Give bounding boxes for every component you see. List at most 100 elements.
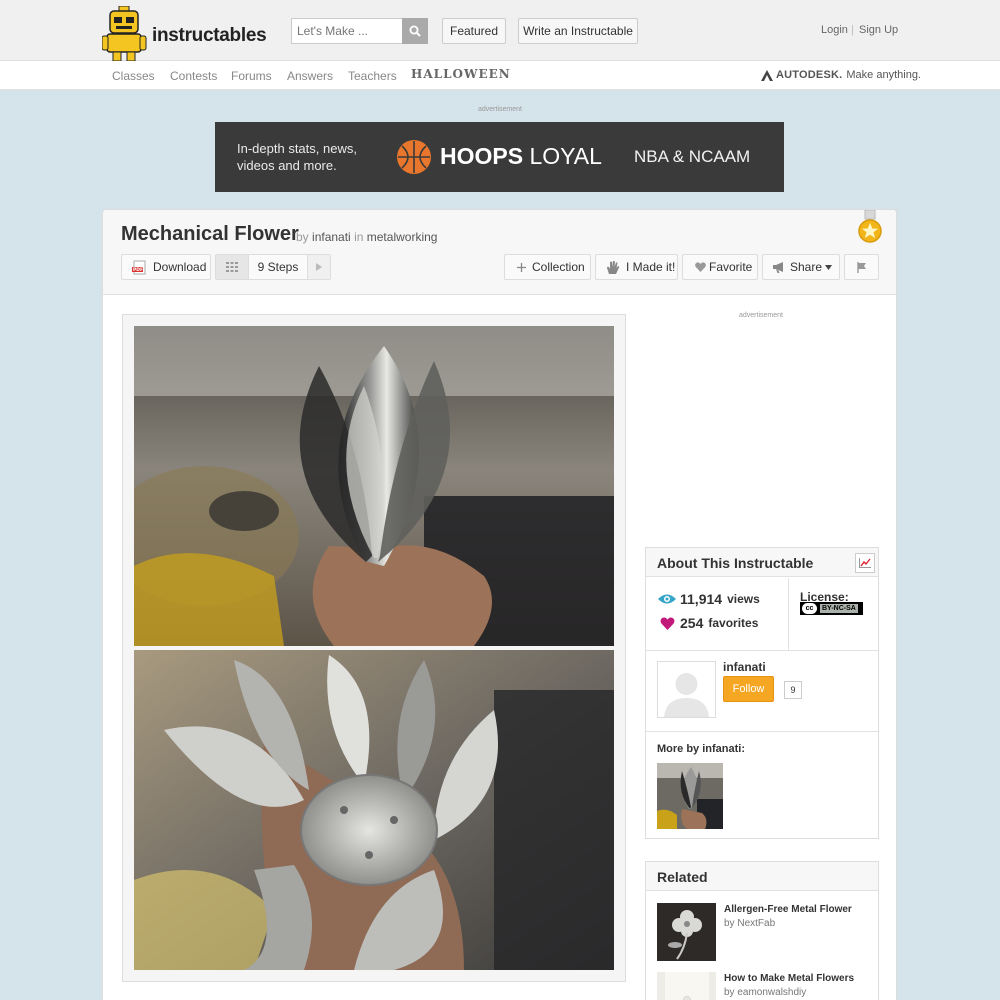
avatar[interactable]: [657, 661, 716, 718]
basketball-icon: [397, 140, 431, 174]
cc-icon: cc: [802, 603, 817, 614]
steps-label[interactable]: 9 Steps: [249, 260, 307, 274]
related-thumbnail[interactable]: [657, 972, 716, 1000]
author-name[interactable]: infanati: [723, 660, 766, 674]
related-item-byline: by NextFab: [724, 918, 775, 929]
share-label: Share: [790, 260, 823, 274]
related-item-author[interactable]: NextFab: [737, 918, 775, 929]
byline: by infanati in metalworking: [296, 230, 437, 244]
chevron-right-icon: [316, 263, 322, 271]
pdf-icon: PDF: [132, 260, 147, 275]
main-photo[interactable]: [134, 326, 614, 646]
robot-logo-icon: [102, 6, 147, 62]
heart-icon: [660, 616, 675, 630]
ad-tagline: In-depth stats, news, videos and more.: [237, 140, 357, 174]
closed-flower-image: [134, 326, 614, 646]
logo-text: instructables: [152, 25, 267, 46]
related-item-by: by: [724, 987, 735, 998]
featured-button[interactable]: Featured: [442, 18, 506, 44]
ad-banner[interactable]: In-depth stats, news, videos and more. H…: [215, 122, 784, 192]
license-badge[interactable]: cc BY-NC-SA: [800, 602, 863, 615]
stats-divider: [788, 578, 789, 650]
search-icon: [409, 25, 421, 37]
related-item-title[interactable]: How to Make Metal Flowers: [724, 973, 874, 984]
collection-label: Collection: [532, 260, 585, 274]
site-logo[interactable]: instructables: [102, 6, 267, 62]
follow-button[interactable]: Follow: [723, 676, 774, 702]
favorite-button[interactable]: Favorite: [682, 254, 758, 280]
download-button[interactable]: PDF Download: [121, 254, 211, 280]
line-chart-icon: [859, 558, 871, 568]
ad-tagline-line1: In-depth stats, news,: [237, 141, 357, 156]
made-it-label: I Made it!: [626, 260, 676, 274]
views-label: views: [727, 592, 760, 606]
eye-icon: [658, 594, 676, 604]
add-to-collection-button[interactable]: Collection: [504, 254, 591, 280]
search-input[interactable]: [292, 19, 403, 43]
favorite-label: Favorite: [709, 260, 753, 274]
hand-icon: [606, 260, 620, 274]
sidebar-ad-label: advertisement: [739, 312, 783, 319]
flag-button[interactable]: [844, 254, 879, 280]
related-panel: Related Allergen-Free Metal Flower by Ne…: [645, 861, 879, 1000]
download-label: Download: [153, 260, 207, 274]
top-header: instructables Featured Write an Instruct…: [0, 0, 1000, 62]
plus-icon: [517, 262, 526, 272]
license-badge-text: BY-NC-SA: [820, 604, 858, 613]
steps-grid-button[interactable]: [216, 255, 249, 279]
related-item-by: by: [724, 918, 735, 929]
nav-teachers[interactable]: Teachers: [348, 69, 397, 83]
next-step-button[interactable]: [307, 255, 330, 279]
related-item[interactable]: How to Make Metal Flowers by eamonwalshd…: [657, 972, 877, 1000]
related-item[interactable]: Allergen-Free Metal Flower by NextFab: [657, 903, 877, 963]
nav-contests[interactable]: Contests: [170, 69, 217, 83]
login-link[interactable]: Login: [821, 24, 848, 36]
category-link[interactable]: metalworking: [367, 230, 438, 244]
ad-label: advertisement: [478, 106, 522, 113]
more-by-thumbnail[interactable]: [657, 763, 723, 829]
related-item-author[interactable]: eamonwalshdiy: [737, 987, 806, 998]
search-button[interactable]: [402, 18, 428, 44]
ad-league-text: NBA & NCAAM: [634, 147, 751, 166]
autodesk-brand: AUTODESK.: [776, 69, 843, 81]
favorites-stat: 254 favorites: [658, 615, 758, 631]
views-count: 11,914: [680, 591, 723, 607]
autodesk-tagline: Make anything.: [846, 69, 921, 81]
author-link[interactable]: infanati: [312, 230, 351, 244]
signup-link[interactable]: Sign Up: [859, 24, 898, 36]
stats-button[interactable]: [855, 553, 875, 573]
nav-classes[interactable]: Classes: [112, 69, 155, 83]
byline-by: by: [296, 230, 309, 244]
related-thumbnail[interactable]: [657, 903, 716, 961]
i-made-it-button[interactable]: I Made it!: [595, 254, 678, 280]
share-button[interactable]: Share: [762, 254, 840, 280]
photo-gallery: [122, 314, 626, 982]
default-avatar-icon: [664, 673, 709, 717]
search-field: [291, 18, 428, 44]
views-stat: 11,914 views: [658, 591, 760, 607]
related-item-byline: by eamonwalshdiy: [724, 987, 806, 998]
ad-brand: HOOPS LOYAL: [440, 143, 602, 170]
byline-in: in: [354, 230, 364, 244]
related-title: Related: [657, 869, 708, 885]
favorites-count: 254: [680, 615, 704, 631]
autodesk-logo-icon: [761, 69, 773, 81]
about-title: About This Instructable: [657, 555, 814, 571]
heart-icon: [695, 262, 706, 272]
mechanical-flower-thumbnail: [657, 763, 723, 829]
related-item-title[interactable]: Allergen-Free Metal Flower: [724, 904, 874, 915]
nav-answers[interactable]: Answers: [287, 69, 333, 83]
ad-brand-bold: HOOPS: [440, 143, 524, 169]
related-header: Related: [646, 862, 878, 891]
write-instructable-button[interactable]: Write an Instructable: [518, 18, 638, 44]
second-photo[interactable]: [134, 650, 614, 970]
ad-brand-rest: LOYAL: [529, 143, 602, 169]
autodesk-link[interactable]: AUTODESK. Make anything.: [761, 69, 921, 81]
about-header: About This Instructable: [646, 548, 878, 577]
project-header: Mechanical Flower by infanati in metalwo…: [103, 210, 896, 295]
steps-navigator: 9 Steps: [215, 254, 331, 280]
nav-forums[interactable]: Forums: [231, 69, 272, 83]
caret-down-icon: [825, 264, 833, 270]
nav-halloween[interactable]: HALLOWEEN: [411, 67, 511, 81]
featured-medal-icon: [858, 210, 882, 243]
